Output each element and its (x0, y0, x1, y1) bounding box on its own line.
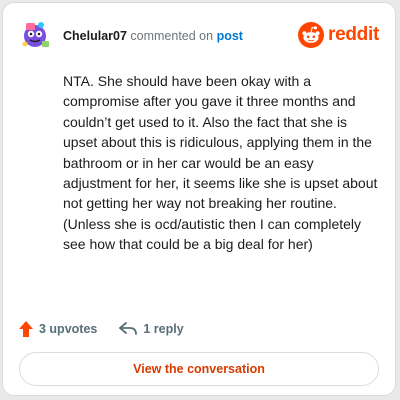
reddit-wordmark: reddit (328, 24, 379, 45)
comment-footer: 3 upvotes 1 reply (19, 317, 206, 341)
upvote-icon (19, 321, 33, 337)
comment-header: Chelular07 commented on post reddit (19, 19, 379, 53)
post-link[interactable]: post (217, 29, 243, 43)
replies-label: 1 reply (143, 322, 184, 336)
comment-body: NTA. She should have been okay with a co… (63, 73, 382, 253)
reply-icon (119, 322, 138, 335)
username[interactable]: Chelular07 (63, 29, 127, 43)
comment-meta: Chelular07 commented on post (63, 28, 243, 44)
upvote-count[interactable]: 3 upvotes (19, 321, 97, 337)
comment-card: Chelular07 commented on post reddit NTA.… (2, 2, 396, 396)
view-conversation-button[interactable]: View the conversation (19, 352, 379, 386)
reddit-brand[interactable]: reddit (298, 21, 379, 49)
reddit-logo-icon (298, 22, 325, 48)
upvotes-label: 3 upvotes (39, 322, 98, 336)
comment-action-text: commented on (130, 29, 214, 43)
reply-count[interactable]: 1 reply (119, 322, 184, 336)
avatar[interactable] (19, 19, 51, 51)
